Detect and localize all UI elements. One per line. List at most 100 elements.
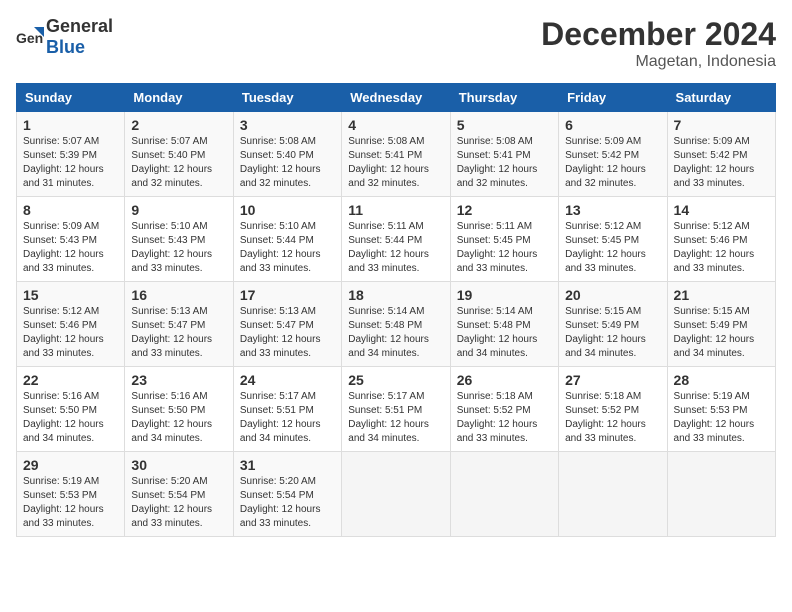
day-number: 22 — [23, 372, 118, 388]
table-row: 14 Sunrise: 5:12 AMSunset: 5:46 PMDaylig… — [667, 197, 775, 282]
day-number: 25 — [348, 372, 443, 388]
month-title: December 2024 — [541, 16, 776, 53]
table-row: 12 Sunrise: 5:11 AMSunset: 5:45 PMDaylig… — [450, 197, 558, 282]
day-info: Sunrise: 5:10 AMSunset: 5:44 PMDaylight:… — [240, 221, 321, 274]
logo-blue: Blue — [46, 37, 85, 57]
table-row: 4 Sunrise: 5:08 AMSunset: 5:41 PMDayligh… — [342, 112, 450, 197]
day-number: 29 — [23, 457, 118, 473]
day-info: Sunrise: 5:19 AMSunset: 5:53 PMDaylight:… — [23, 476, 104, 529]
day-number: 15 — [23, 287, 118, 303]
day-number: 11 — [348, 202, 443, 218]
day-number: 4 — [348, 117, 443, 133]
day-number: 9 — [131, 202, 226, 218]
table-row: 1 Sunrise: 5:07 AMSunset: 5:39 PMDayligh… — [17, 112, 125, 197]
day-info: Sunrise: 5:13 AMSunset: 5:47 PMDaylight:… — [131, 306, 212, 359]
day-number: 19 — [457, 287, 552, 303]
calendar-week-row: 8 Sunrise: 5:09 AMSunset: 5:43 PMDayligh… — [17, 197, 776, 282]
day-info: Sunrise: 5:08 AMSunset: 5:40 PMDaylight:… — [240, 136, 321, 189]
day-info: Sunrise: 5:07 AMSunset: 5:39 PMDaylight:… — [23, 136, 104, 189]
day-info: Sunrise: 5:18 AMSunset: 5:52 PMDaylight:… — [457, 391, 538, 444]
table-row: 30 Sunrise: 5:20 AMSunset: 5:54 PMDaylig… — [125, 452, 233, 537]
header-sunday: Sunday — [17, 84, 125, 112]
day-info: Sunrise: 5:12 AMSunset: 5:46 PMDaylight:… — [23, 306, 104, 359]
header-tuesday: Tuesday — [233, 84, 341, 112]
table-row: 31 Sunrise: 5:20 AMSunset: 5:54 PMDaylig… — [233, 452, 341, 537]
table-row: 2 Sunrise: 5:07 AMSunset: 5:40 PMDayligh… — [125, 112, 233, 197]
svg-text:Gen: Gen — [16, 30, 43, 46]
day-info: Sunrise: 5:18 AMSunset: 5:52 PMDaylight:… — [565, 391, 646, 444]
table-row: 23 Sunrise: 5:16 AMSunset: 5:50 PMDaylig… — [125, 367, 233, 452]
day-info: Sunrise: 5:07 AMSunset: 5:40 PMDaylight:… — [131, 136, 212, 189]
day-number: 28 — [674, 372, 769, 388]
day-number: 23 — [131, 372, 226, 388]
table-row: 11 Sunrise: 5:11 AMSunset: 5:44 PMDaylig… — [342, 197, 450, 282]
day-number: 21 — [674, 287, 769, 303]
logo-general: General — [46, 16, 113, 36]
header-friday: Friday — [559, 84, 667, 112]
day-info: Sunrise: 5:09 AMSunset: 5:43 PMDaylight:… — [23, 221, 104, 274]
table-row: 10 Sunrise: 5:10 AMSunset: 5:44 PMDaylig… — [233, 197, 341, 282]
table-row: 26 Sunrise: 5:18 AMSunset: 5:52 PMDaylig… — [450, 367, 558, 452]
day-number: 24 — [240, 372, 335, 388]
table-row — [450, 452, 558, 537]
day-info: Sunrise: 5:12 AMSunset: 5:45 PMDaylight:… — [565, 221, 646, 274]
day-info: Sunrise: 5:09 AMSunset: 5:42 PMDaylight:… — [565, 136, 646, 189]
table-row: 9 Sunrise: 5:10 AMSunset: 5:43 PMDayligh… — [125, 197, 233, 282]
day-info: Sunrise: 5:09 AMSunset: 5:42 PMDaylight:… — [674, 136, 755, 189]
header-wednesday: Wednesday — [342, 84, 450, 112]
table-row: 21 Sunrise: 5:15 AMSunset: 5:49 PMDaylig… — [667, 282, 775, 367]
day-info: Sunrise: 5:08 AMSunset: 5:41 PMDaylight:… — [457, 136, 538, 189]
day-number: 7 — [674, 117, 769, 133]
day-number: 20 — [565, 287, 660, 303]
day-number: 12 — [457, 202, 552, 218]
table-row: 22 Sunrise: 5:16 AMSunset: 5:50 PMDaylig… — [17, 367, 125, 452]
day-info: Sunrise: 5:11 AMSunset: 5:45 PMDaylight:… — [457, 221, 538, 274]
day-info: Sunrise: 5:12 AMSunset: 5:46 PMDaylight:… — [674, 221, 755, 274]
calendar-week-row: 29 Sunrise: 5:19 AMSunset: 5:53 PMDaylig… — [17, 452, 776, 537]
day-number: 30 — [131, 457, 226, 473]
day-info: Sunrise: 5:15 AMSunset: 5:49 PMDaylight:… — [565, 306, 646, 359]
day-info: Sunrise: 5:13 AMSunset: 5:47 PMDaylight:… — [240, 306, 321, 359]
table-row: 17 Sunrise: 5:13 AMSunset: 5:47 PMDaylig… — [233, 282, 341, 367]
table-row: 20 Sunrise: 5:15 AMSunset: 5:49 PMDaylig… — [559, 282, 667, 367]
day-info: Sunrise: 5:14 AMSunset: 5:48 PMDaylight:… — [457, 306, 538, 359]
logo: Gen General Blue — [16, 16, 113, 58]
calendar-week-row: 22 Sunrise: 5:16 AMSunset: 5:50 PMDaylig… — [17, 367, 776, 452]
calendar-table: Sunday Monday Tuesday Wednesday Thursday… — [16, 83, 776, 537]
calendar-week-row: 1 Sunrise: 5:07 AMSunset: 5:39 PMDayligh… — [17, 112, 776, 197]
table-row: 16 Sunrise: 5:13 AMSunset: 5:47 PMDaylig… — [125, 282, 233, 367]
day-number: 10 — [240, 202, 335, 218]
weekday-header-row: Sunday Monday Tuesday Wednesday Thursday… — [17, 84, 776, 112]
table-row: 25 Sunrise: 5:17 AMSunset: 5:51 PMDaylig… — [342, 367, 450, 452]
table-row: 19 Sunrise: 5:14 AMSunset: 5:48 PMDaylig… — [450, 282, 558, 367]
location-title: Magetan, Indonesia — [541, 53, 776, 71]
day-number: 5 — [457, 117, 552, 133]
day-number: 14 — [674, 202, 769, 218]
table-row: 24 Sunrise: 5:17 AMSunset: 5:51 PMDaylig… — [233, 367, 341, 452]
day-info: Sunrise: 5:14 AMSunset: 5:48 PMDaylight:… — [348, 306, 429, 359]
header-monday: Monday — [125, 84, 233, 112]
day-info: Sunrise: 5:10 AMSunset: 5:43 PMDaylight:… — [131, 221, 212, 274]
day-number: 3 — [240, 117, 335, 133]
table-row: 28 Sunrise: 5:19 AMSunset: 5:53 PMDaylig… — [667, 367, 775, 452]
table-row — [559, 452, 667, 537]
day-number: 8 — [23, 202, 118, 218]
day-number: 18 — [348, 287, 443, 303]
table-row: 29 Sunrise: 5:19 AMSunset: 5:53 PMDaylig… — [17, 452, 125, 537]
table-row: 5 Sunrise: 5:08 AMSunset: 5:41 PMDayligh… — [450, 112, 558, 197]
table-row — [667, 452, 775, 537]
day-info: Sunrise: 5:20 AMSunset: 5:54 PMDaylight:… — [240, 476, 321, 529]
table-row: 18 Sunrise: 5:14 AMSunset: 5:48 PMDaylig… — [342, 282, 450, 367]
table-row: 8 Sunrise: 5:09 AMSunset: 5:43 PMDayligh… — [17, 197, 125, 282]
day-number: 1 — [23, 117, 118, 133]
table-row: 3 Sunrise: 5:08 AMSunset: 5:40 PMDayligh… — [233, 112, 341, 197]
day-info: Sunrise: 5:17 AMSunset: 5:51 PMDaylight:… — [240, 391, 321, 444]
day-number: 17 — [240, 287, 335, 303]
day-number: 26 — [457, 372, 552, 388]
table-row: 27 Sunrise: 5:18 AMSunset: 5:52 PMDaylig… — [559, 367, 667, 452]
title-area: December 2024 Magetan, Indonesia — [541, 16, 776, 71]
calendar-week-row: 15 Sunrise: 5:12 AMSunset: 5:46 PMDaylig… — [17, 282, 776, 367]
table-row: 7 Sunrise: 5:09 AMSunset: 5:42 PMDayligh… — [667, 112, 775, 197]
table-row: 15 Sunrise: 5:12 AMSunset: 5:46 PMDaylig… — [17, 282, 125, 367]
day-info: Sunrise: 5:17 AMSunset: 5:51 PMDaylight:… — [348, 391, 429, 444]
